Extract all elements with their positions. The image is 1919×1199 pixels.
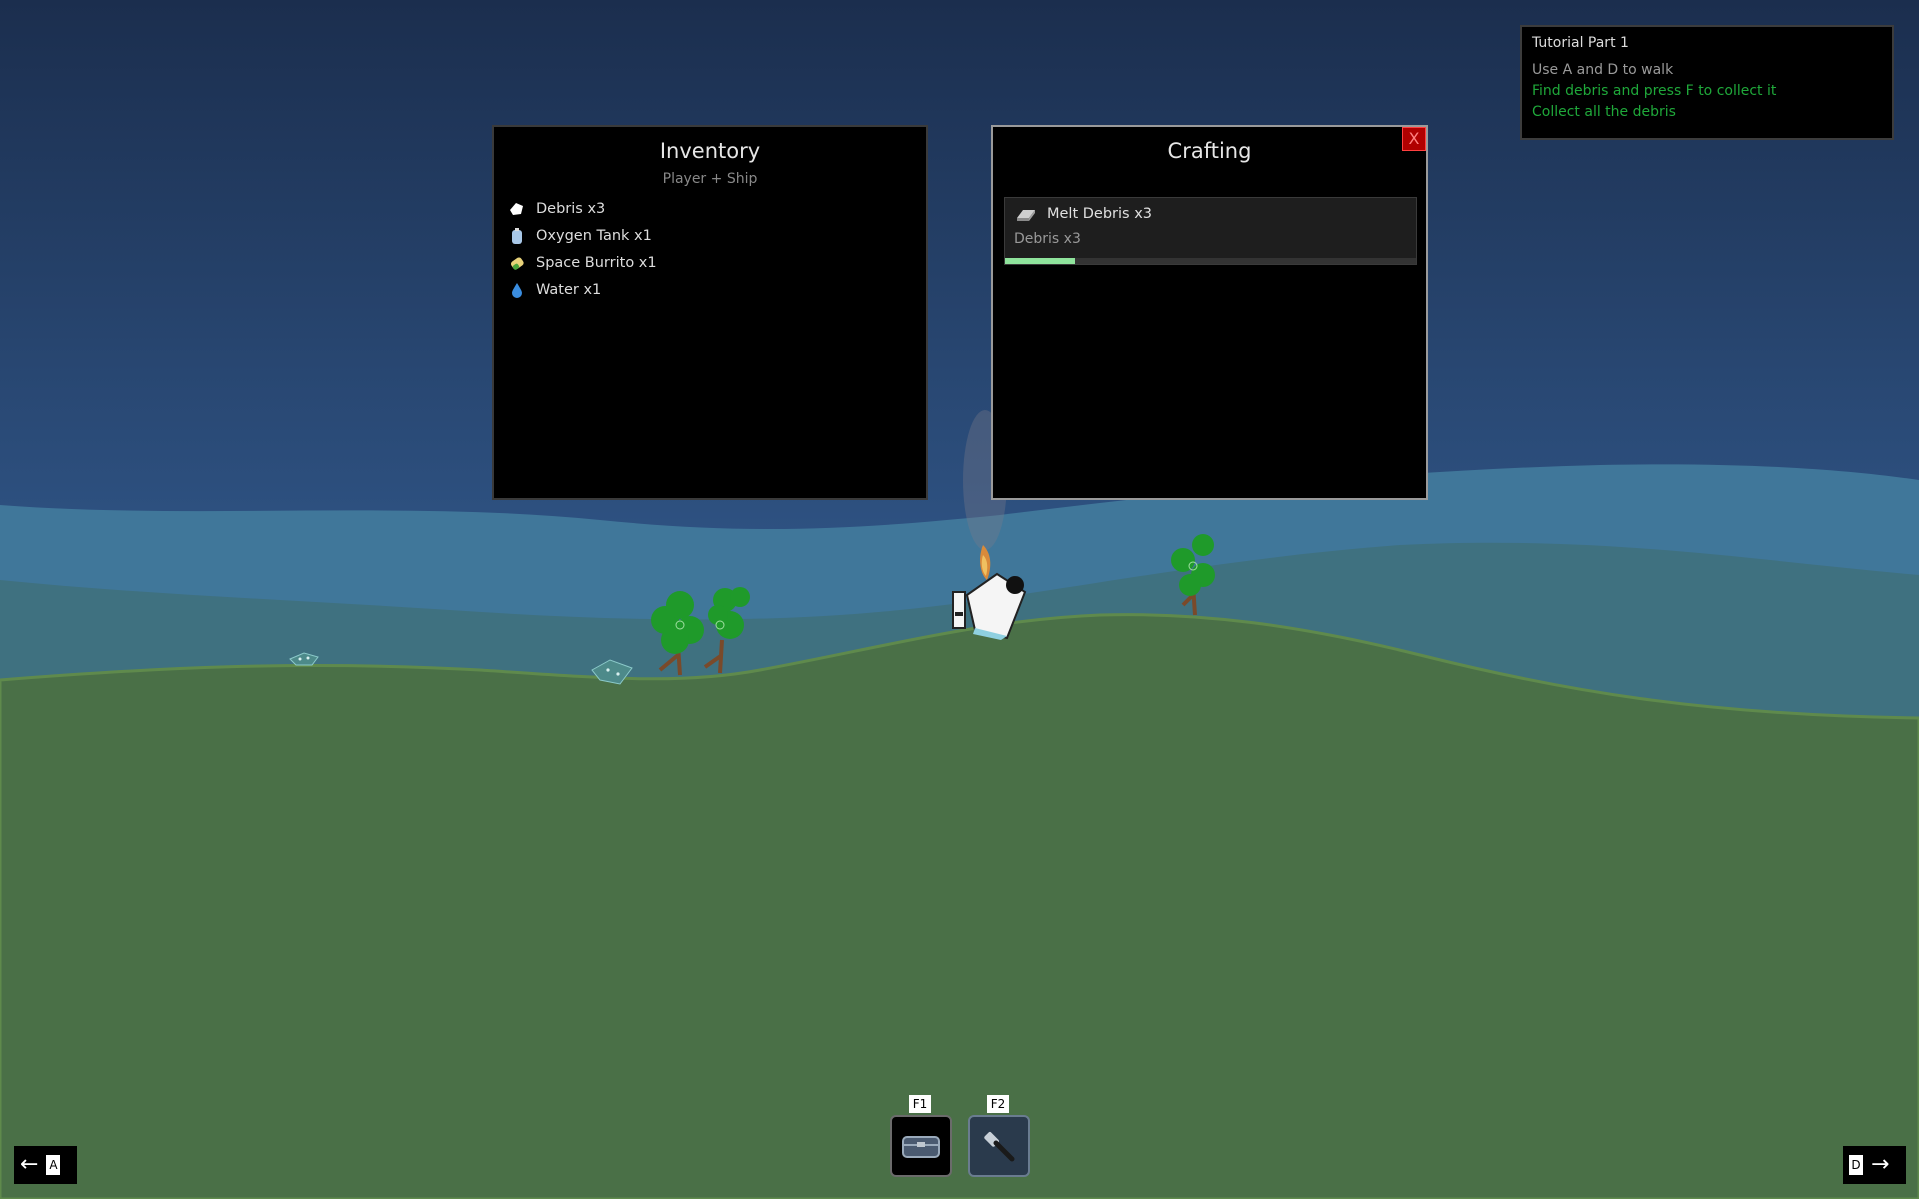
recipe-ingredients: Debris x3	[1014, 231, 1081, 247]
key-a: A	[46, 1155, 61, 1175]
chest-icon	[902, 1136, 940, 1158]
tutorial-title: Tutorial Part 1	[1532, 35, 1629, 51]
inventory-panel: Inventory Player + Ship Debris x3 Oxygen…	[492, 125, 928, 500]
inventory-hotbar-button[interactable]	[890, 1115, 952, 1177]
recipe-melt-debris[interactable]: Melt Debris x3 Debris x3	[1004, 197, 1417, 265]
inventory-item-label: Space Burrito x1	[536, 254, 657, 271]
arrow-right-icon: →	[1871, 1152, 1890, 1177]
metal-ingot-icon	[1017, 210, 1035, 221]
crafting-hotbar-button[interactable]	[968, 1115, 1030, 1177]
ground	[0, 613, 1919, 1199]
inventory-item-label: Debris x3	[536, 200, 606, 217]
hotbar-key-f1: F1	[909, 1095, 931, 1113]
inventory-item-label: Oxygen Tank x1	[536, 227, 652, 244]
arrow-left-icon: ←	[20, 1152, 39, 1177]
craft-progress-fill	[1005, 258, 1075, 264]
inventory-list: Debris x3 Oxygen Tank x1 Space Burrito x…	[494, 195, 926, 303]
inventory-item-debris[interactable]: Debris x3	[508, 195, 926, 222]
oxygen-tank-icon	[512, 227, 522, 244]
tutorial-step: Use A and D to walk	[1532, 62, 1674, 78]
game-world	[0, 0, 1919, 1199]
inventory-item-label: Water x1	[536, 281, 602, 298]
inventory-item-oxygen-tank[interactable]: Oxygen Tank x1	[508, 222, 926, 249]
tutorial-box: Tutorial Part 1 Use A and D to walk Find…	[1520, 25, 1894, 140]
key-d: D	[1849, 1155, 1863, 1175]
crafting-panel: Crafting X Melt Debris x3 Debris x3	[991, 125, 1428, 500]
hammer-icon	[984, 1132, 1015, 1162]
tutorial-step: Collect all the debris	[1532, 104, 1676, 120]
craft-progress-bar	[1005, 258, 1416, 264]
inventory-title: Inventory	[659, 139, 761, 163]
close-button[interactable]: X	[1402, 127, 1426, 151]
inventory-item-space-burrito[interactable]: Space Burrito x1	[508, 249, 926, 276]
walk-right-hint: D →	[1843, 1146, 1906, 1184]
walk-left-hint: ← A	[14, 1146, 77, 1184]
burrito-icon	[510, 256, 524, 270]
tutorial-step: Find debris and press F to collect it	[1532, 83, 1777, 99]
debris-icon	[510, 202, 523, 215]
inventory-subtitle: Player + Ship	[662, 171, 758, 187]
hotbar-key-f2: F2	[987, 1095, 1009, 1113]
crafting-title: Crafting	[1167, 139, 1252, 163]
inventory-item-water[interactable]: Water x1	[508, 276, 926, 303]
player	[952, 591, 966, 629]
recipe-name: Melt Debris x3	[1047, 206, 1153, 222]
water-drop-icon	[512, 282, 522, 298]
